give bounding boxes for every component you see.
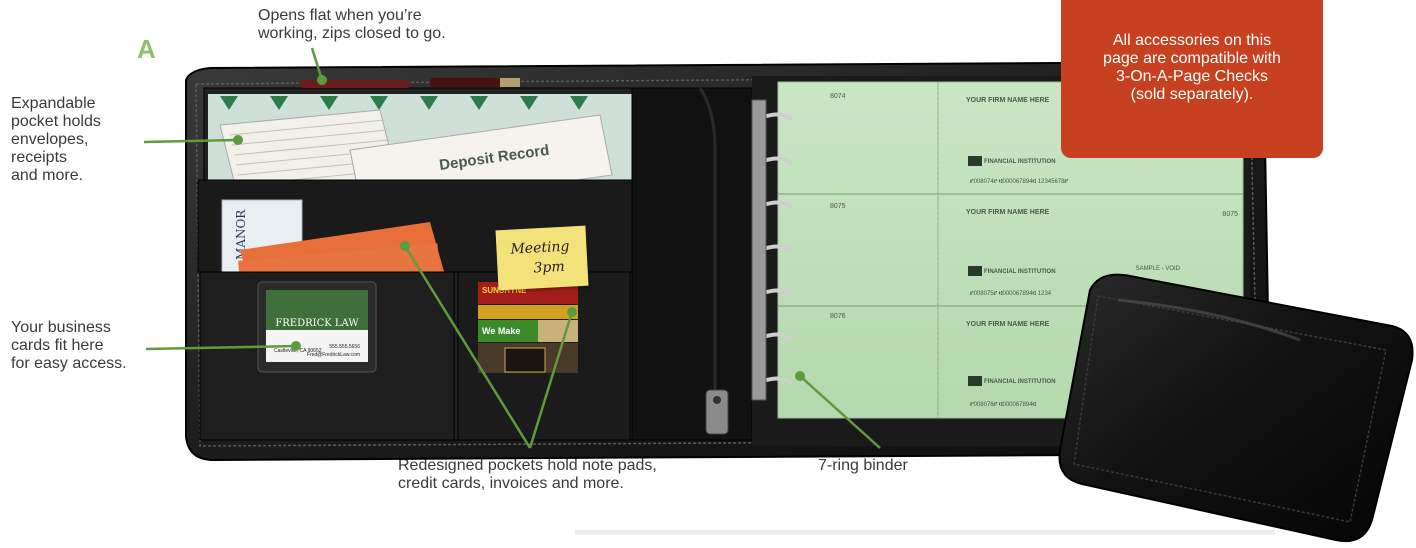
check-3-firm: YOUR FIRM NAME HERE <box>966 321 1050 328</box>
ring-mechanism <box>751 99 767 401</box>
card-stack-2 <box>478 305 578 319</box>
zipper-pull <box>705 389 729 435</box>
callout-line-4: (sold separately). <box>1130 86 1254 103</box>
check-2-number-right: 8075 <box>1222 211 1238 218</box>
check-2-number: 8075 <box>830 203 846 210</box>
we-make-text: We Make <box>482 326 520 336</box>
check-1-firm: YOUR FIRM NAME HERE <box>966 97 1050 104</box>
check-3-number: 8076 <box>830 313 846 320</box>
sticky-note-line-1: Meeting <box>510 238 570 258</box>
callout-line-1: All accessories on this <box>1112 32 1272 49</box>
law-firm-text: FREDRICK LAW <box>275 318 359 329</box>
card-email: Fred@FredrickLaw.com <box>307 352 360 358</box>
check-1-micr: ⑈008074⑈ ⑆000067894⑆ 12345678⑈ <box>970 178 1068 185</box>
check-2-sample: SAMPLE - VOID <box>1136 266 1181 272</box>
check-2-micr: ⑈008075⑈ ⑆000067894⑆ 1234 <box>970 290 1052 297</box>
closed-padfolio <box>1058 273 1414 542</box>
check-1-number: 8074 <box>830 93 846 100</box>
check-3-micr: ⑈008076⑈ ⑆000067894⑆ <box>970 401 1037 408</box>
compatibility-callout: All accessories on this page are compati… <box>1061 0 1323 158</box>
sticky-note-line-2: 3pm <box>533 258 566 277</box>
card-stack-4 <box>538 320 578 342</box>
bottom-shadow <box>575 530 1275 535</box>
hinge <box>631 87 753 441</box>
check-2-firm: YOUR FIRM NAME HERE <box>966 209 1050 216</box>
check-3-bank: FINANCIAL INSTITUTION <box>984 379 1056 385</box>
check-stubs <box>777 81 939 419</box>
card-phone: 555.555.5656 <box>329 344 360 350</box>
callout-line-3: 3-On-A-Page Checks <box>1115 68 1269 85</box>
check-2-bank: FINANCIAL INSTITUTION <box>984 269 1056 275</box>
check-1-bank: FINANCIAL INSTITUTION <box>984 159 1056 165</box>
callout-line-2: page are compatible with <box>1103 50 1281 67</box>
sticky-note: Meeting 3pm <box>495 225 589 291</box>
